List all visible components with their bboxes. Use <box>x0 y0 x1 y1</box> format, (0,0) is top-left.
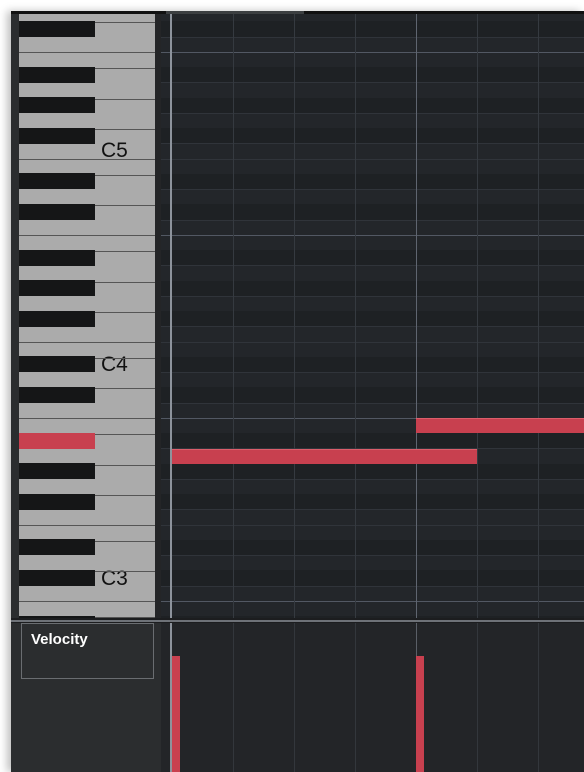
velocity-label: Velocity <box>31 631 88 648</box>
grid-row-line <box>161 525 584 526</box>
grid-row-line <box>161 555 584 556</box>
grid-row-black <box>161 97 584 113</box>
velocity-grid[interactable] <box>161 623 584 772</box>
grid-row-black <box>161 387 584 403</box>
key-boundary <box>19 524 155 526</box>
key-boundary <box>95 98 155 100</box>
beat-line <box>355 623 356 772</box>
key-boundary <box>95 22 155 24</box>
black-key-F-sharp3[interactable] <box>19 493 95 510</box>
velocity-lane: Velocity <box>11 623 584 772</box>
black-key-C-sharp4[interactable] <box>19 386 95 403</box>
grid-row-black <box>161 570 584 586</box>
velocity-bar-2[interactable] <box>416 656 424 772</box>
velocity-lane-header[interactable]: Velocity <box>21 623 154 679</box>
note-grid[interactable] <box>161 14 584 618</box>
grid-row-black <box>161 21 584 37</box>
grid-row-black <box>161 250 584 266</box>
key-boundary <box>19 158 155 160</box>
black-key-A-sharp3[interactable] <box>19 432 95 449</box>
beat-line <box>477 14 478 618</box>
grid-row-black <box>161 128 584 144</box>
grid-row-line <box>161 265 584 266</box>
grid-row-line <box>161 220 584 221</box>
key-boundary <box>95 68 155 69</box>
black-key-F-sharp4[interactable] <box>19 310 95 327</box>
grid-row-black <box>161 204 584 220</box>
black-key-D-sharp4[interactable] <box>19 356 95 373</box>
grid-row-line <box>161 326 584 327</box>
grid-row-black <box>161 494 584 510</box>
grid-row-line <box>161 509 584 510</box>
grid-row-line <box>161 586 584 587</box>
grid-row-line <box>161 403 584 404</box>
black-key-C-sharp5[interactable] <box>19 203 95 220</box>
grid-row-line <box>161 479 584 480</box>
grid-row-line <box>161 52 584 53</box>
grid-row-black <box>161 67 584 83</box>
grid-row-black <box>161 539 584 555</box>
key-boundary <box>19 234 155 236</box>
key-boundary <box>19 341 155 343</box>
key-boundary <box>95 464 155 466</box>
playhead-start-line <box>170 14 172 618</box>
beat-line <box>233 623 234 772</box>
key-boundary <box>19 600 155 602</box>
black-key-G-sharp3[interactable] <box>19 463 95 479</box>
midi-note-b3[interactable] <box>416 418 584 433</box>
beat-line <box>538 14 539 618</box>
key-boundary <box>95 540 155 542</box>
grid-row-line <box>161 113 584 114</box>
black-key-C-sharp3[interactable] <box>19 569 95 586</box>
beat-line <box>355 14 356 618</box>
key-boundary <box>19 417 155 419</box>
black-key-C-sharp6[interactable] <box>19 20 95 37</box>
black-key-D-sharp5[interactable] <box>19 173 95 190</box>
grid-row-line <box>161 342 584 343</box>
key-boundary <box>95 174 155 176</box>
grid-row-line <box>161 189 584 190</box>
black-key-F-sharp5[interactable] <box>19 127 95 144</box>
beat-line <box>233 14 234 618</box>
key-boundary <box>19 51 155 53</box>
grid-row-line <box>161 143 584 144</box>
key-boundary <box>95 357 155 359</box>
grid-row-black <box>161 173 584 189</box>
midi-note-a3[interactable] <box>172 449 477 464</box>
grid-row-line <box>161 235 584 236</box>
grid-row-line <box>161 37 584 38</box>
beat-line <box>477 623 478 772</box>
black-key-A-sharp4[interactable] <box>19 249 95 266</box>
grid-row-line <box>161 159 584 160</box>
velocity-bar-1[interactable] <box>172 656 180 772</box>
beat-line <box>294 14 295 618</box>
key-boundary <box>95 434 155 435</box>
grid-row-line <box>161 296 584 297</box>
key-boundary <box>95 495 155 496</box>
key-boundary <box>95 129 155 130</box>
black-key-G-sharp4[interactable] <box>19 280 95 296</box>
grid-row-line <box>161 372 584 373</box>
key-boundary <box>95 571 155 573</box>
black-key-A-sharp5[interactable] <box>19 66 95 83</box>
grid-row-line <box>161 601 584 602</box>
grid-row-black <box>161 280 584 296</box>
key-boundary <box>95 388 155 390</box>
key-boundary <box>95 281 155 283</box>
piano-keyboard[interactable]: C5 C4 C3 <box>19 14 155 618</box>
piano-roll-editor: C5 C4 C3 Velocity <box>11 11 584 772</box>
grid-row-black <box>161 356 584 372</box>
beat-line <box>294 623 295 772</box>
grid-row-black <box>161 311 584 327</box>
grid-row-line <box>161 82 584 83</box>
key-boundary <box>95 251 155 252</box>
grid-row-black <box>161 433 584 449</box>
key-boundary <box>95 205 155 207</box>
key-boundary <box>95 312 155 313</box>
grid-row-black <box>161 463 584 479</box>
beat-line <box>538 623 539 772</box>
black-key-D-sharp3[interactable] <box>19 539 95 556</box>
bar-line <box>416 14 417 618</box>
black-key-G-sharp5[interactable] <box>19 97 95 113</box>
